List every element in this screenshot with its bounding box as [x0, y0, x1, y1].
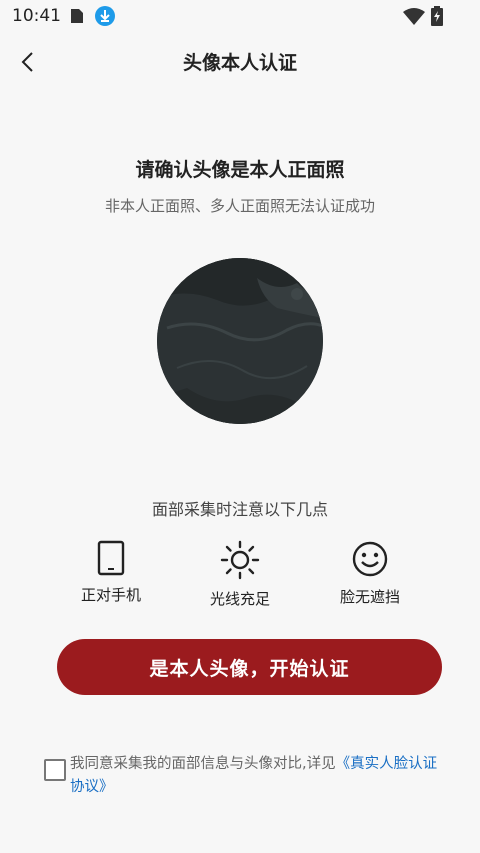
phone-icon [97, 540, 125, 576]
confirm-subtitle: 非本人正面照、多人正面照无法认证成功 [104, 197, 375, 215]
page-title: 头像本人认证 [182, 52, 297, 74]
header: 头像本人认证 [0, 36, 480, 88]
avatar-image [157, 258, 323, 424]
agreement-text: 我同意采集我的面部信息与头像对比,详见《真实人脸认证协议》 [70, 753, 450, 799]
tip-label: 光线充足 [209, 590, 270, 608]
tips-title: 面部采集时注意以下几点 [151, 500, 328, 519]
tip-label: 脸无遮挡 [339, 588, 400, 606]
tip-no-cover: 脸无遮挡 [310, 540, 430, 607]
tip-face-phone: 正对手机 [51, 540, 171, 605]
download-icon [95, 6, 115, 26]
agreement-statement: 我同意采集我的面部信息与头像对比,详见 [70, 756, 336, 772]
status-time: 10:41 [12, 6, 61, 26]
status-bar: 10:41 [0, 0, 480, 34]
tip-label: 正对手机 [80, 586, 141, 604]
sim-card-icon [71, 9, 83, 23]
auth-screen: 10:41 头像本人认证 请确认头像是本人正面照 非本人正面照、多人正面照无法认… [0, 0, 480, 853]
smiley-icon [352, 541, 388, 577]
tip-lighting: 光线充足 [180, 540, 300, 609]
avatar [157, 258, 323, 424]
battery-charging-icon [431, 6, 443, 26]
agreement-checkbox[interactable] [44, 759, 66, 781]
sun-icon [220, 540, 260, 580]
confirm-title: 请确认头像是本人正面照 [135, 159, 345, 181]
start-verification-button[interactable]: 是本人头像，开始认证 [57, 639, 442, 695]
wifi-icon [403, 8, 425, 25]
